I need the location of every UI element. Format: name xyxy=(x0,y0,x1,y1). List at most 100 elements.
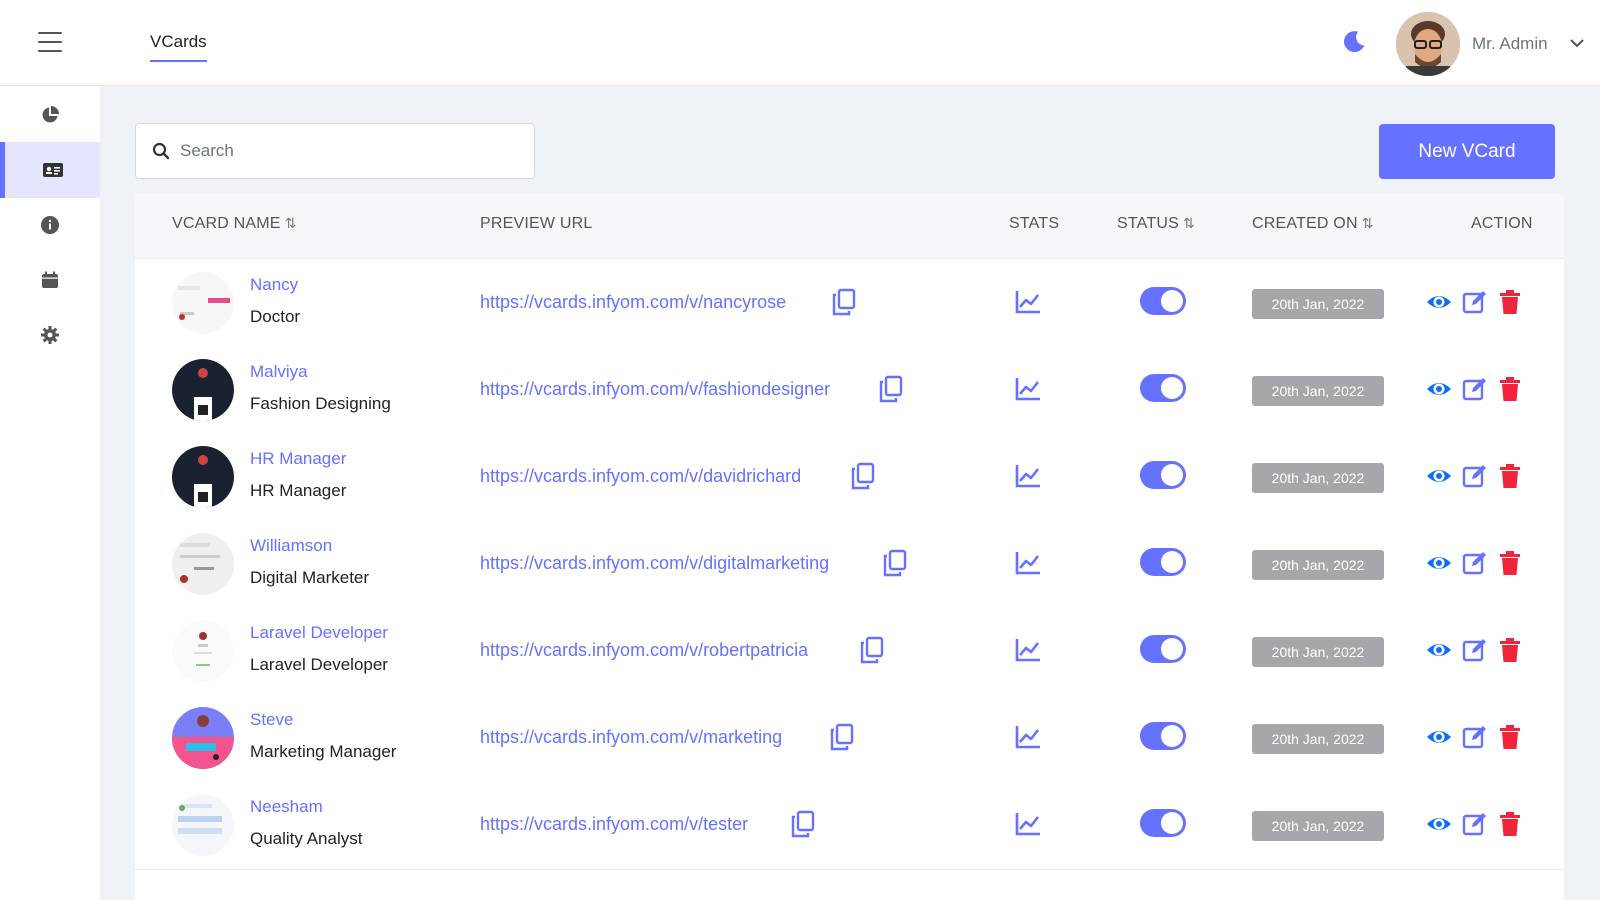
column-header-action: ACTION xyxy=(1471,215,1533,232)
vcard-name-link[interactable]: Laravel Developer xyxy=(250,623,388,643)
column-header-vcard-name[interactable]: VCARD NAME ⇅ xyxy=(172,215,297,233)
vcard-preview-image xyxy=(172,533,234,595)
edit-icon[interactable] xyxy=(1462,550,1488,576)
stats-chart-icon[interactable] xyxy=(1014,550,1042,576)
vcard-occupation: Laravel Developer xyxy=(250,655,388,674)
copy-icon[interactable] xyxy=(831,288,857,316)
preview-url-link[interactable]: https://vcards.infyom.com/v/fashiondesig… xyxy=(480,379,830,400)
table-row: Williamson Digital Marketer https://vcar… xyxy=(135,520,1564,609)
search-input[interactable] xyxy=(180,141,520,161)
preview-url-link[interactable]: https://vcards.infyom.com/v/nancyrose xyxy=(480,292,786,313)
table-row: Neesham Quality Analyst https://vcards.i… xyxy=(135,781,1564,870)
copy-icon[interactable] xyxy=(790,810,816,838)
delete-trash-icon[interactable] xyxy=(1497,376,1523,402)
view-eye-icon[interactable] xyxy=(1426,289,1452,315)
status-toggle[interactable] xyxy=(1140,374,1186,402)
status-toggle[interactable] xyxy=(1140,722,1186,750)
dark-mode-moon-icon[interactable] xyxy=(1340,28,1368,56)
vcard-occupation: HR Manager xyxy=(250,481,347,500)
view-eye-icon[interactable] xyxy=(1426,376,1452,402)
top-bar: VCards Mr. Admin xyxy=(0,0,1600,86)
stats-chart-icon[interactable] xyxy=(1014,724,1042,750)
new-vcard-button[interactable]: New VCard xyxy=(1379,124,1555,179)
status-toggle[interactable] xyxy=(1140,635,1186,663)
preview-url-link[interactable]: https://vcards.infyom.com/v/tester xyxy=(480,814,748,835)
vcard-occupation: Fashion Designing xyxy=(250,394,391,413)
delete-trash-icon[interactable] xyxy=(1497,724,1523,750)
column-header-status[interactable]: STATUS ⇅ xyxy=(1117,215,1195,233)
view-eye-icon[interactable] xyxy=(1426,463,1452,489)
status-toggle[interactable] xyxy=(1140,809,1186,837)
delete-trash-icon[interactable] xyxy=(1497,550,1523,576)
status-toggle[interactable] xyxy=(1140,287,1186,315)
view-eye-icon[interactable] xyxy=(1426,724,1452,750)
copy-icon[interactable] xyxy=(850,462,876,490)
edit-icon[interactable] xyxy=(1462,376,1488,402)
stats-chart-icon[interactable] xyxy=(1014,376,1042,402)
search-icon xyxy=(152,142,170,160)
vcard-name-link[interactable]: Neesham xyxy=(250,797,323,817)
edit-icon[interactable] xyxy=(1462,811,1488,837)
sidebar-item-info[interactable] xyxy=(0,197,100,253)
avatar[interactable] xyxy=(1396,12,1460,76)
edit-icon[interactable] xyxy=(1462,463,1488,489)
stats-chart-icon[interactable] xyxy=(1014,637,1042,663)
delete-trash-icon[interactable] xyxy=(1497,637,1523,663)
tab-vcards[interactable]: VCards xyxy=(150,32,207,62)
view-eye-icon[interactable] xyxy=(1426,550,1452,576)
vcard-name-link[interactable]: Steve xyxy=(250,710,293,730)
chevron-down-icon[interactable] xyxy=(1568,36,1586,50)
vcard-thumbnail[interactable] xyxy=(172,620,234,682)
edit-icon[interactable] xyxy=(1462,637,1488,663)
vcard-thumbnail[interactable] xyxy=(172,707,234,769)
toggle-knob xyxy=(1161,725,1183,747)
hamburger-menu-icon[interactable] xyxy=(38,32,62,52)
created-date-badge: 20th Jan, 2022 xyxy=(1252,637,1384,667)
vcard-name-link[interactable]: HR Manager xyxy=(250,449,346,469)
preview-url-link[interactable]: https://vcards.infyom.com/v/digitalmarke… xyxy=(480,553,829,574)
copy-icon[interactable] xyxy=(829,723,855,751)
copy-icon[interactable] xyxy=(878,375,904,403)
status-toggle[interactable] xyxy=(1140,548,1186,576)
vcard-occupation: Marketing Manager xyxy=(250,742,397,761)
vcard-name-link[interactable]: Williamson xyxy=(250,536,332,556)
sidebar-item-settings[interactable] xyxy=(0,307,100,363)
vcard-thumbnail[interactable] xyxy=(172,794,234,856)
stats-chart-icon[interactable] xyxy=(1014,811,1042,837)
delete-trash-icon[interactable] xyxy=(1497,463,1523,489)
status-toggle[interactable] xyxy=(1140,461,1186,489)
id-card-icon xyxy=(42,163,63,177)
info-icon xyxy=(41,216,59,234)
vcard-thumbnail[interactable] xyxy=(172,446,234,508)
stats-chart-icon[interactable] xyxy=(1014,289,1042,315)
delete-trash-icon[interactable] xyxy=(1497,289,1523,315)
created-date-badge: 20th Jan, 2022 xyxy=(1252,289,1384,319)
view-eye-icon[interactable] xyxy=(1426,637,1452,663)
table-row: Steve Marketing Manager https://vcards.i… xyxy=(135,694,1564,783)
sidebar-item-vcards[interactable] xyxy=(0,142,100,198)
copy-icon[interactable] xyxy=(859,636,885,664)
sidebar-item-calendar[interactable] xyxy=(0,252,100,308)
vcard-name-link[interactable]: Malviya xyxy=(250,362,308,382)
vcard-thumbnail[interactable] xyxy=(172,359,234,421)
preview-url-link[interactable]: https://vcards.infyom.com/v/robertpatric… xyxy=(480,640,808,661)
created-date-badge: 20th Jan, 2022 xyxy=(1252,550,1384,580)
vcard-occupation: Quality Analyst xyxy=(250,829,363,848)
admin-name[interactable]: Mr. Admin xyxy=(1472,34,1548,54)
view-eye-icon[interactable] xyxy=(1426,811,1452,837)
delete-trash-icon[interactable] xyxy=(1497,811,1523,837)
toggle-knob xyxy=(1161,464,1183,486)
preview-url-link[interactable]: https://vcards.infyom.com/v/davidrichard xyxy=(480,466,801,487)
stats-chart-icon[interactable] xyxy=(1014,463,1042,489)
edit-icon[interactable] xyxy=(1462,289,1488,315)
preview-url-link[interactable]: https://vcards.infyom.com/v/marketing xyxy=(480,727,782,748)
pie-chart-icon xyxy=(42,106,59,123)
toggle-knob xyxy=(1161,638,1183,660)
sidebar-item-dashboard[interactable] xyxy=(0,87,100,143)
copy-icon[interactable] xyxy=(882,549,908,577)
vcard-thumbnail[interactable] xyxy=(172,533,234,595)
column-header-created-on[interactable]: CREATED ON ⇅ xyxy=(1252,215,1374,233)
vcard-name-link[interactable]: Nancy xyxy=(250,275,298,295)
edit-icon[interactable] xyxy=(1462,724,1488,750)
vcard-thumbnail[interactable] xyxy=(172,272,234,334)
